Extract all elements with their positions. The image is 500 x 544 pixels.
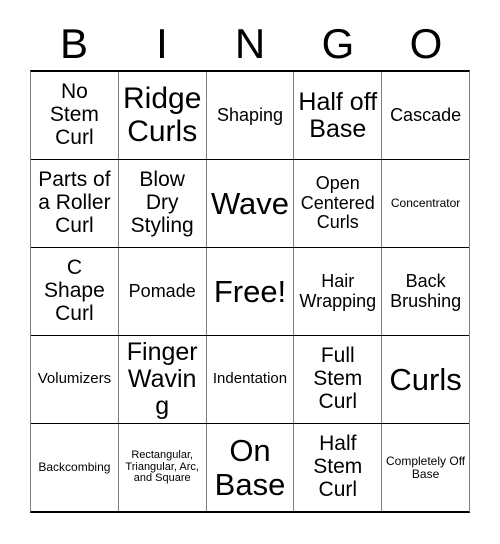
bingo-cell-3-2[interactable]: Indentation (206, 336, 295, 423)
bingo-cell-label: Open Centered Curls (300, 173, 375, 233)
bingo-cell-1-2[interactable]: Wave (206, 160, 295, 247)
bingo-cell-label: Pomade (128, 280, 196, 301)
bingo-cell-0-0[interactable]: No Stem Curl (31, 72, 119, 159)
bingo-header-letter-3: G (321, 20, 355, 67)
bingo-cell-2-1[interactable]: Pomade (118, 248, 207, 335)
bingo-cell-label: Completely Off Base (386, 453, 466, 481)
bingo-cell-1-0[interactable]: Parts of a Roller Curl (31, 160, 119, 247)
bingo-cell-label: Ridge Curls (123, 82, 202, 148)
bingo-cell-label: Back Brushing (390, 271, 462, 311)
bingo-cell-0-1[interactable]: Ridge Curls (118, 72, 207, 159)
bingo-cell-label: Free! (213, 273, 287, 309)
bingo-grid: No Stem Curl Ridge Curls Shaping Half off B… (30, 70, 470, 513)
bingo-cell-1-4[interactable]: Concentrator (382, 160, 469, 247)
bingo-cell-3-4[interactable]: Curls (382, 336, 469, 423)
bingo-free-cell[interactable]: Free! (206, 248, 295, 335)
bingo-cell-0-3[interactable]: Half off Base (294, 72, 383, 159)
bingo-cell-2-0[interactable]: C Shape Curl (31, 248, 119, 335)
bingo-cell-label: Backcombing (38, 460, 111, 475)
bingo-cell-label: Hair Wrapping (299, 271, 377, 311)
bingo-header-letter-0: B (59, 20, 88, 67)
bingo-row: Backcombing Rectangular, Triangular, Arc,… (31, 424, 469, 511)
bingo-cell-4-0[interactable]: Backcombing (31, 424, 119, 511)
bingo-cell-label: On Base (214, 433, 286, 502)
bingo-cell-label: Curls (389, 361, 462, 397)
bingo-cell-label: C Shape Curl (44, 256, 105, 325)
bingo-cell-4-1[interactable]: Rectangular, Triangular, Arc, and Square (118, 424, 207, 511)
bingo-row: C Shape Curl Pomade Free! Hair Wrapping Back… (31, 248, 469, 336)
bingo-row: No Stem Curl Ridge Curls Shaping Half off B… (31, 72, 469, 160)
bingo-cell-label: No Stem Curl (49, 80, 99, 149)
bingo-cell-label: Rectangular, Triangular, Arc, and Square (125, 448, 199, 485)
bingo-row: Parts of a Roller Curl Blow Dry Styling Wa… (31, 160, 469, 248)
bingo-header-letter-2: N (234, 20, 266, 67)
bingo-cell-2-3[interactable]: Hair Wrapping (294, 248, 383, 335)
bingo-cell-1-1[interactable]: Blow Dry Styling (118, 160, 207, 247)
bingo-cell-label: Half Stem Curl (313, 432, 363, 501)
bingo-cell-2-4[interactable]: Back Brushing (382, 248, 469, 335)
bingo-row: Volumizers Finger Waving Indentation Full S… (31, 336, 469, 424)
bingo-cell-label: Shaping (216, 104, 284, 125)
bingo-cell-label: Volumizers (37, 370, 112, 388)
bingo-cell-label: Blow Dry Styling (130, 168, 194, 237)
bingo-cell-3-3[interactable]: Full Stem Curl (294, 336, 383, 423)
bingo-cell-4-4[interactable]: Completely Off Base (382, 424, 469, 511)
bingo-cell-label: Indentation (212, 370, 288, 388)
bingo-cell-label: Parts of a Roller Curl (38, 168, 111, 237)
bingo-cell-3-0[interactable]: Volumizers (31, 336, 119, 423)
bingo-header-letter-1: I (156, 20, 168, 67)
bingo-cell-0-4[interactable]: Cascade (382, 72, 469, 159)
bingo-header-letter-4: O (409, 20, 443, 67)
bingo-cell-label: Finger Waving (126, 338, 198, 420)
bingo-cell-4-3[interactable]: Half Stem Curl (294, 424, 383, 511)
bingo-card: B I N G O No Stem Curl Ridge Curls Shaping Half… (0, 0, 500, 544)
bingo-cell-label: Half off Base (298, 87, 378, 143)
bingo-cell-3-1[interactable]: Finger Waving (118, 336, 207, 423)
bingo-cell-4-2[interactable]: On Base (206, 424, 295, 511)
bingo-cell-0-2[interactable]: Shaping (206, 72, 295, 159)
bingo-cell-label: Wave (210, 185, 290, 221)
bingo-cell-label: Concentrator (390, 196, 461, 211)
bingo-cell-1-3[interactable]: Open Centered Curls (294, 160, 383, 247)
bingo-cell-label: Full Stem Curl (313, 344, 363, 413)
bingo-header: BINGO (30, 18, 470, 70)
bingo-cell-label: Cascade (390, 104, 462, 125)
